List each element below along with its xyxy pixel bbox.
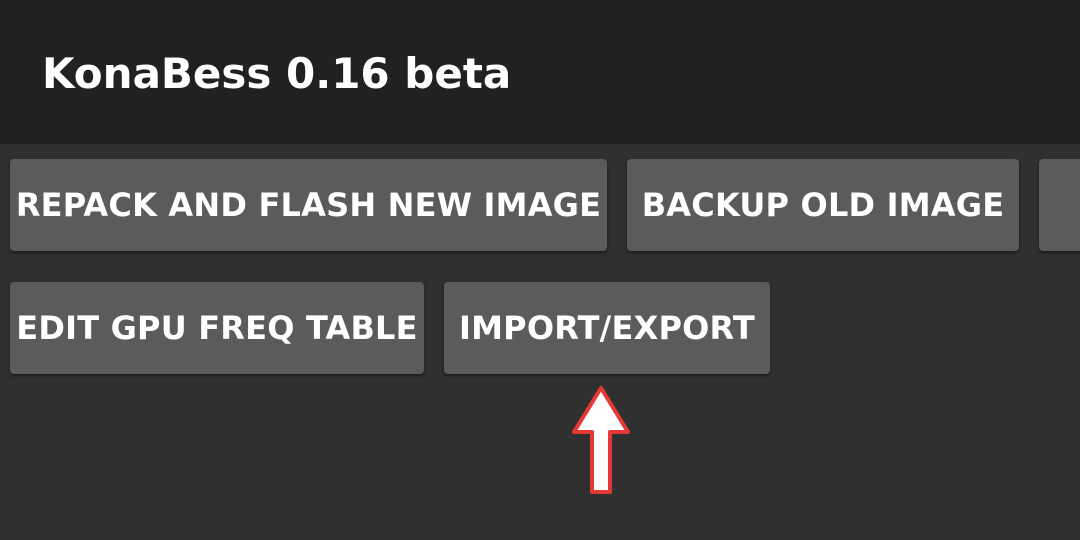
backup-old-image-button[interactable]: BACKUP OLD IMAGE bbox=[627, 159, 1019, 251]
edit-gpu-freq-table-button[interactable]: EDIT GPU FREQ TABLE bbox=[10, 282, 424, 374]
up-arrow-icon bbox=[572, 386, 630, 494]
repack-and-flash-button[interactable]: REPACK AND FLASH NEW IMAGE bbox=[10, 159, 607, 251]
import-export-button[interactable]: IMPORT/EXPORT bbox=[444, 282, 770, 374]
partially-visible-button[interactable] bbox=[1039, 159, 1080, 251]
app-title: KonaBess 0.16 beta bbox=[42, 49, 512, 98]
app-bar: KonaBess 0.16 beta bbox=[0, 0, 1080, 144]
